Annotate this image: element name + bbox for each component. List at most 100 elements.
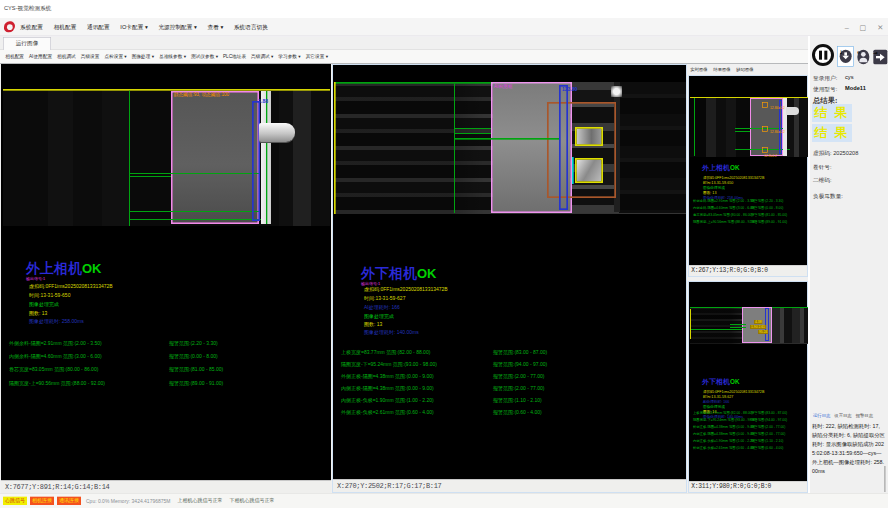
camera2-done: 图像处理完成 <box>364 313 394 319</box>
mini-header-item1[interactable]: 实时图像 <box>690 66 707 72</box>
exit-button[interactable]: ⇥ <box>873 48 888 66</box>
log-tab-alarm[interactable]: 报警日志 <box>856 413 873 419</box>
result-box-2: 结 果 <box>812 124 852 142</box>
pause-button[interactable] <box>812 44 834 66</box>
tool-image-process[interactable]: 图像处理 ▾ <box>132 54 154 60</box>
log-scrollbar[interactable] <box>884 466 886 492</box>
camera1-row2: 内侧余料-隔圈=4.60mm 范围:(3.00 - 6.00)报警范围:(0.0… <box>9 353 102 359</box>
tool-camera-debug[interactable]: 相机调试 <box>57 54 76 60</box>
log-tabs: 运行日志 设置日志 报警日志 <box>813 413 873 419</box>
menu-camera-config[interactable]: 相机配置 <box>54 23 77 31</box>
camera1-mini-panel[interactable]: 12.84±0.2 12.84±0.2 12.8±0.2 外上相机OK 虚拟码:… <box>688 75 808 277</box>
camera2-vline-yellow <box>334 82 336 214</box>
camera2-image[interactable]: AI检测框 123.80 <box>334 82 686 214</box>
count-label: 负极耳数量: <box>813 192 843 200</box>
login-user-value: cys <box>845 74 853 81</box>
status-bar: 心跳信号 相机连接 通讯连接 Cpu: 0.0% Memory: 3424.41… <box>0 493 888 508</box>
camera2-mini-image: 4.38 1.90 2.61 95.24 <box>690 307 808 344</box>
camera1-elapsed: 图像处理耗时: 258.00ms <box>29 318 84 324</box>
camera1-code: 虚拟码:0FF1ims2025020813313472B <box>29 283 113 289</box>
camera2-machinery2 <box>619 82 686 213</box>
tool-baseline-params[interactable]: 基准线参数 ▾ <box>159 54 186 60</box>
menu-light-config[interactable]: 光源控制配置 ▾ <box>158 23 196 31</box>
login-button[interactable]: ⭣ <box>837 46 854 67</box>
camera2-mini-status: X:311;Y:980;R:0;G:0;B:0 <box>689 481 807 492</box>
log-tab-setting[interactable]: 设置日志 <box>834 413 851 419</box>
menu-language[interactable]: 系统语言切换 <box>234 23 268 31</box>
mini-panels-column: 实时图像 结果图像 缺陷图像 12.84±0.2 12.84±0.2 12. <box>688 64 808 493</box>
camera1-measure-value: 3.88 <box>258 98 268 104</box>
camera1-hline3 <box>129 211 259 212</box>
menu-bar: 系统配置 相机配置 通讯配置 IO卡配置 ▾ 光源控制配置 ▾ 查看 ▾ 系统语… <box>0 18 888 36</box>
minimize-icon[interactable]: – <box>845 23 849 32</box>
tab-run-image[interactable]: 运行图像 <box>3 37 51 50</box>
camera2-status-bar: X:270;Y:2502;R:17;G:17;B:17 <box>333 479 686 492</box>
camera1-edge-vline <box>266 91 267 224</box>
camera1-threshold-label: 静态阈值:93, 动态阈值:100 <box>174 92 229 98</box>
app-logo-icon <box>4 21 15 32</box>
camera2-row2: 隔圈宽度-下=95.24mm 范围:(93.00 - 98.00)报警范围:(9… <box>341 361 437 367</box>
mini-header-item2[interactable]: 结果图像 <box>713 66 730 72</box>
tool-other-settings[interactable]: 其它设置 ▾ <box>306 54 328 60</box>
login-user-icon: ⭣ <box>840 50 852 63</box>
camera1-signal: 输出信号:1 <box>26 276 45 282</box>
camera1-image[interactable]: 静态阈值:93, 动态阈值:100 3.88 <box>3 89 330 226</box>
menu-comm-config[interactable]: 通讯配置 <box>87 23 110 31</box>
menu-view[interactable]: 查看 ▾ <box>207 23 223 31</box>
window-controls: – ▢ ✕ <box>845 18 883 36</box>
log-text: 耗时: 222, 缺陷检测耗时: 17, 缺陷分类耗时: 6, 缺陷提取分区耗时… <box>812 422 885 496</box>
sidebar: ⭣ e ⇥ 登录用户: cys 使用型号: Mode11 总结果: 结 果 结 … <box>810 36 888 493</box>
close-icon[interactable]: ✕ <box>877 23 883 32</box>
camera1-row3: 卷芯宽度=83.05mm 范围:(80.00 - 86.00)报警范围:(81.… <box>9 366 98 372</box>
model-label: 使用型号: <box>813 85 837 93</box>
mini-header-item3[interactable]: 缺陷图像 <box>736 66 753 72</box>
camera2-row5: 内侧正极-负极=1.90mm 范围:(1.00 - 2.20)报警范围:(1.1… <box>341 397 434 403</box>
tool-ai-config[interactable]: AI使用配置 <box>29 54 52 60</box>
camera1-vline-green <box>129 91 130 226</box>
camera1-tab-blob <box>259 123 295 142</box>
menu-system-config[interactable]: 系统配置 <box>20 23 43 31</box>
tab-strip: 运行图像 <box>0 37 808 50</box>
pin-label: 卷针号: <box>813 163 832 171</box>
camera2-hline1 <box>454 128 491 129</box>
camera2-elapsed: 图像处理耗时: 140.00ms <box>364 329 419 335</box>
model-value: Mode11 <box>845 85 866 92</box>
camera1-measure-rect <box>252 101 260 221</box>
camera1-row1: 外侧余料-隔圈=2.91mm 范围:(2.00 - 3.50)报警范围:(2.2… <box>9 340 102 346</box>
user-button[interactable]: e <box>857 48 871 66</box>
camera-conn-badge: 相机连接 <box>30 497 54 505</box>
heartbeat-badge: 心跳信号 <box>3 497 27 505</box>
maximize-icon[interactable]: ▢ <box>860 23 867 32</box>
tool-camera-config[interactable]: 相机配置 <box>5 54 24 60</box>
camera2-row6: 外侧正极-负极=2.61mm 范围:(0.60 - 4.00)报警范围:(0.6… <box>341 409 434 415</box>
window-title: CYS-视觉检测系统 <box>4 4 52 12</box>
tool-spotcheck[interactable]: 点检设置 ▾ <box>104 54 126 60</box>
cam-down-heartbeat: 下相机心跳信号正常 <box>229 498 274 504</box>
code-label: 虚拟码: 20250208 <box>813 149 858 157</box>
camera1-mini-status: X:267;Y:13;R:0;G:0;B:0 <box>689 265 807 276</box>
toolbar: 相机配置 AI使用配置 相机调试 高级设置 点检设置 ▾ 图像处理 ▾ 基准线参… <box>0 50 808 64</box>
tool-advanced-debug[interactable]: 高级调试 ▾ <box>251 54 273 60</box>
tool-advanced-setting[interactable]: 高级设置 <box>81 54 100 60</box>
cam-up-heartbeat: 上相机心跳信号正常 <box>177 498 222 504</box>
mini-header: 实时图像 结果图像 缺陷图像 <box>688 64 808 75</box>
menu-io-config[interactable]: IO卡配置 ▾ <box>120 23 147 31</box>
camera2-mini-panel[interactable]: 4.38 1.90 2.61 95.24 外下相机OK 虚拟码:0FF1ims2… <box>688 281 808 493</box>
tool-plc-table[interactable]: PLC地址表 <box>223 54 246 60</box>
title-bar: CYS-视觉检测系统 <box>0 0 888 18</box>
camera2-measure-rect <box>559 85 568 210</box>
cpu-memory-text: Cpu: 0.0% Memory: 3424.41796875M <box>86 498 170 504</box>
camera1-roi-rect <box>171 91 259 224</box>
camera2-yellow-rect2 <box>575 158 603 183</box>
camera2-row3: 外侧正极-隔圈=4.38mm 范围:(0.00 - 9.00)报警范围:(2.0… <box>341 373 434 379</box>
camera1-mini-title: 外上相机OK <box>702 164 739 171</box>
main-area: 静态阈值:93, 动态阈值:100 3.88 外上相机OK 输出信号:1 虚拟码… <box>0 64 808 493</box>
camera2-measure-value: 123.80 <box>562 86 577 92</box>
log-tab-run[interactable]: 运行日志 <box>813 413 830 419</box>
camera1-panel: 静态阈值:93, 动态阈值:100 3.88 外上相机OK 输出信号:1 虚拟码… <box>1 64 331 493</box>
result-box-1: 结 果 <box>812 104 852 122</box>
camera2-highlight <box>611 86 622 97</box>
camera2-time: 时间:13-31-59-627 <box>364 295 405 301</box>
tool-test-params[interactable]: 测试仪参数 ▾ <box>191 54 218 60</box>
tool-learn-params[interactable]: 学习参数 ▾ <box>278 54 300 60</box>
